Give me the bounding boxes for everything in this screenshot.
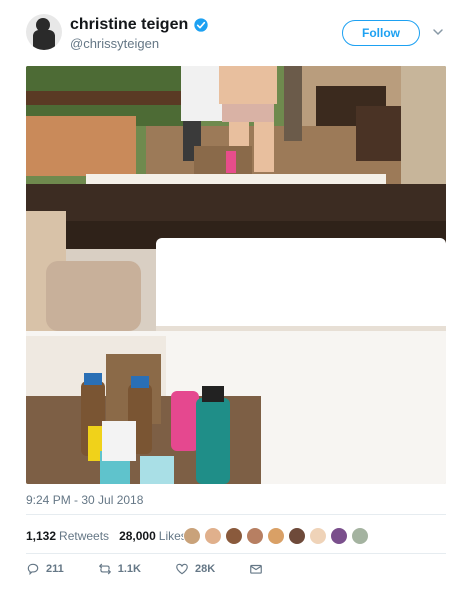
tweet-header: christine teigen @chrissyteigen Follow (26, 14, 456, 58)
liker-avatar[interactable] (183, 527, 201, 545)
like-count: 28K (195, 563, 216, 575)
chevron-down-icon[interactable] (432, 26, 444, 38)
liker-avatar[interactable] (288, 527, 306, 545)
liker-avatar[interactable] (309, 527, 327, 545)
tweet-photo[interactable] (26, 66, 446, 484)
liker-avatar[interactable] (351, 527, 369, 545)
liker-avatar[interactable] (225, 527, 243, 545)
reply-action[interactable]: 211 (26, 562, 64, 576)
reply-count: 211 (46, 563, 64, 575)
name-row: christine teigen (70, 16, 209, 34)
user-handle[interactable]: @chrissyteigen (70, 36, 159, 51)
liker-avatar[interactable] (246, 527, 264, 545)
follow-button[interactable]: Follow (342, 20, 420, 46)
liker-avatars (183, 527, 369, 545)
retweet-count: 1.1K (117, 563, 141, 575)
display-name[interactable]: christine teigen (70, 16, 188, 34)
like-action[interactable]: 28K (175, 562, 215, 576)
message-action[interactable] (249, 562, 263, 576)
divider (26, 553, 446, 554)
engagement-stats: 1,132 Retweets 28,000 Likes (26, 526, 187, 546)
divider (26, 514, 446, 515)
liker-avatar[interactable] (267, 527, 285, 545)
retweet-icon[interactable] (98, 562, 112, 576)
retweet-action[interactable]: 1.1K (98, 562, 141, 576)
tweet-timestamp[interactable]: 9:24 PM - 30 Jul 2018 (26, 493, 143, 507)
photo-illustration (26, 66, 446, 484)
reply-icon[interactable] (26, 562, 40, 576)
mail-icon[interactable] (249, 562, 263, 576)
avatar[interactable] (26, 14, 62, 50)
heart-icon[interactable] (175, 562, 189, 576)
retweets-count[interactable]: 1,132 (26, 529, 56, 543)
verified-badge-icon (194, 18, 208, 32)
liker-avatar[interactable] (330, 527, 348, 545)
retweets-label[interactable]: Retweets (59, 529, 109, 543)
likes-count[interactable]: 28,000 (119, 529, 156, 543)
liker-avatar[interactable] (204, 527, 222, 545)
tweet-actions: 211 1.1K 28K (26, 562, 263, 576)
